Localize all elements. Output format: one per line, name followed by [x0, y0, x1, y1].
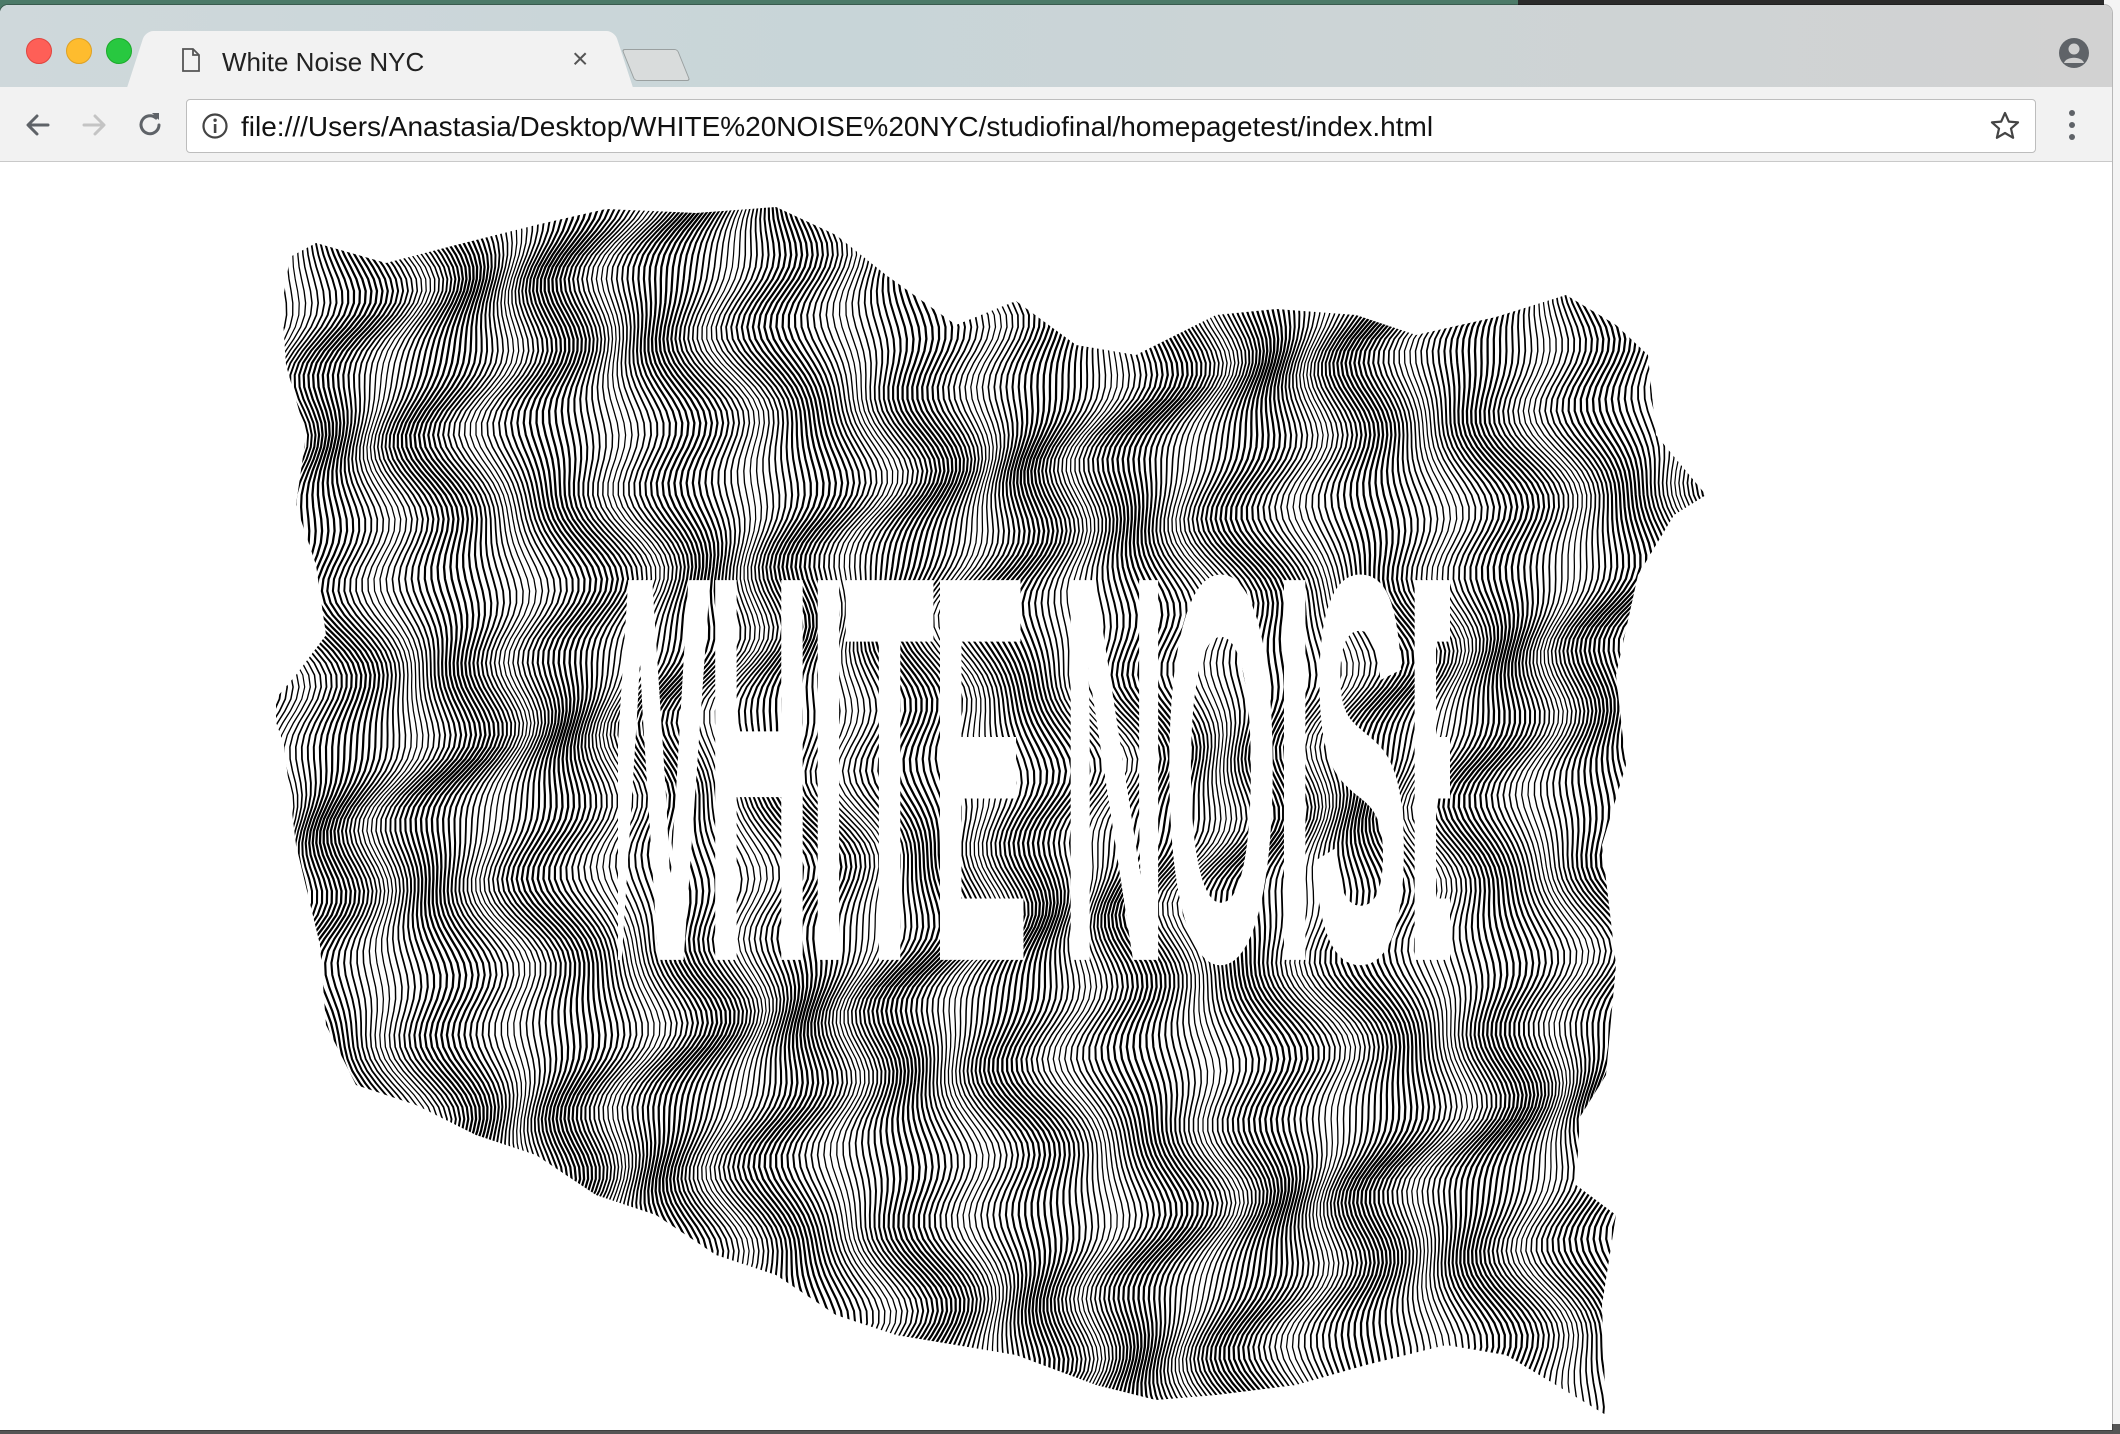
kebab-menu-icon[interactable] [2064, 107, 2080, 143]
browser-window: White Noise NYC × file:///Users/Anastasi… [0, 5, 2112, 1430]
info-icon[interactable] [201, 112, 229, 140]
reload-icon[interactable] [134, 109, 166, 141]
document-icon [182, 48, 200, 72]
browser-toolbar: file:///Users/Anastasia/Desktop/WHITE%20… [0, 87, 2112, 162]
close-window-button[interactable] [26, 38, 52, 64]
back-arrow-icon[interactable] [22, 109, 54, 141]
address-bar[interactable]: file:///Users/Anastasia/Desktop/WHITE%20… [186, 99, 2036, 153]
title-bar: White Noise NYC × [0, 5, 2112, 89]
new-tab-button[interactable] [621, 49, 691, 81]
star-icon[interactable] [1989, 110, 2021, 142]
profile-icon[interactable] [2058, 37, 2090, 69]
tab-title: White Noise NYC [222, 47, 425, 77]
page-viewport: WHITE NOISE [0, 162, 2112, 1430]
maximize-window-button[interactable] [106, 38, 132, 64]
hero-title: WHITE NOISE [618, 504, 1450, 1034]
close-tab-icon[interactable]: × [572, 43, 588, 74]
hero-title-text: WHITE NOISE [618, 504, 1450, 1034]
minimize-window-button[interactable] [66, 38, 92, 64]
url-text[interactable]: file:///Users/Anastasia/Desktop/WHITE%20… [241, 111, 1433, 143]
tab-white-noise-nyc[interactable]: White Noise NYC × [150, 31, 610, 89]
forward-arrow-icon[interactable] [78, 109, 110, 141]
